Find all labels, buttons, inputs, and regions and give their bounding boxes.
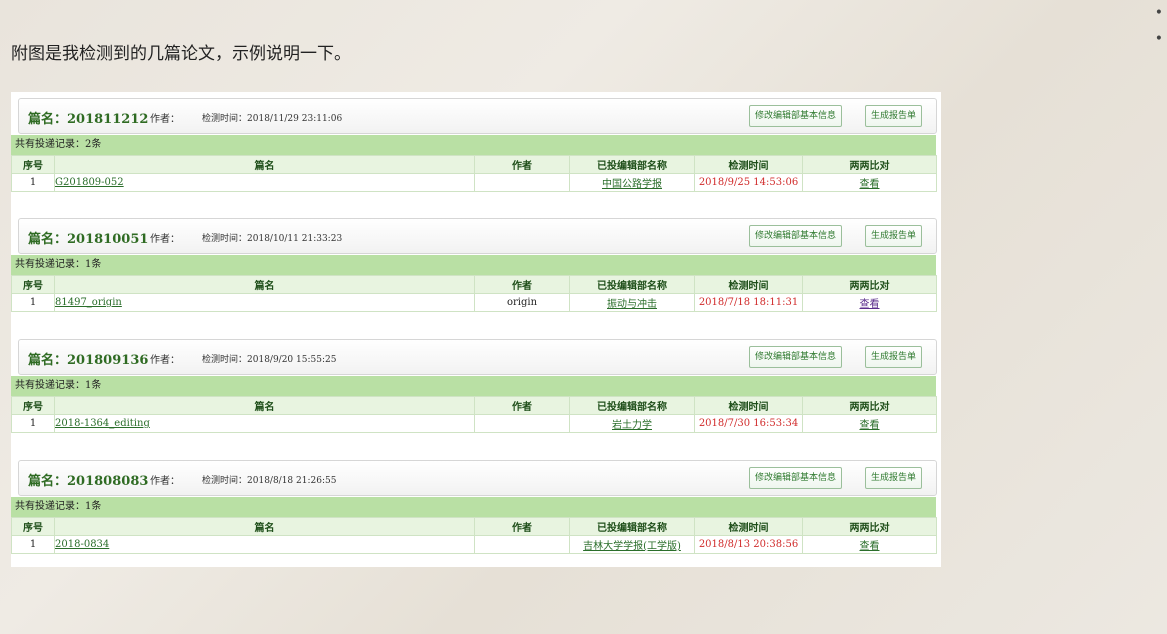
record-header: 篇名：201811212 作者： 检测时间：2018/11/29 23:11:0…: [18, 98, 937, 134]
column-header: 两两比对: [802, 275, 937, 294]
row-author: [474, 173, 570, 192]
record-title: 篇名：201809136: [28, 353, 149, 368]
detect-time: 检测时间：2018/8/18 21:26:55: [202, 476, 337, 486]
column-header: 已投编辑部名称: [569, 517, 695, 536]
column-header: 篇名: [54, 155, 475, 174]
column-header: 篇名: [54, 275, 475, 294]
edit-info-button[interactable]: 修改编辑部基本信息: [748, 225, 842, 247]
column-header: 序号: [11, 155, 55, 174]
table-header-row: 序号 篇名 作者 已投编辑部名称 检测时间 两两比对: [11, 517, 937, 536]
compare-link[interactable]: 查看: [860, 299, 880, 310]
row-time: 2018/7/18 18:11:31: [694, 293, 803, 312]
detect-time: 检测时间：2018/9/20 15:55:25: [202, 355, 337, 365]
journal-link[interactable]: 中国公路学报: [602, 179, 662, 190]
slide-bullets: • •: [1155, 0, 1163, 52]
intro-text: 附图是我检测到的几篇论文，示例说明一下。: [11, 44, 351, 64]
record-table: 序号 篇名 作者 已投编辑部名称 检测时间 两两比对 1 G201809-052…: [11, 155, 937, 192]
column-header: 篇名: [54, 517, 475, 536]
column-header: 作者: [474, 155, 570, 174]
journal-link[interactable]: 振动与冲击: [607, 299, 657, 310]
column-header: 篇名: [54, 396, 475, 415]
row-index: 1: [11, 173, 55, 192]
generate-report-button[interactable]: 生成报告单: [864, 225, 922, 247]
row-time: 2018/8/13 20:38:56: [694, 535, 803, 554]
table-header-row: 序号 篇名 作者 已投编辑部名称 检测时间 两两比对: [11, 396, 937, 415]
row-index: 1: [11, 293, 55, 312]
author-label: 作者：: [150, 476, 180, 487]
table-row: 1 G201809-052 中国公路学报 2018/9/25 14:53:06 …: [11, 173, 937, 192]
column-header: 检测时间: [694, 155, 803, 174]
table-header-row: 序号 篇名 作者 已投编辑部名称 检测时间 两两比对: [11, 155, 937, 174]
column-header: 已投编辑部名称: [569, 396, 695, 415]
column-header: 两两比对: [802, 517, 937, 536]
table-row: 1 2018-1364_editing 岩土力学 2018/7/30 16:53…: [11, 414, 937, 433]
paper-name-link[interactable]: 2018-0834: [56, 539, 110, 550]
column-header: 作者: [474, 396, 570, 415]
record-title: 篇名：201811212: [28, 112, 149, 127]
journal-link[interactable]: 岩土力学: [612, 420, 652, 431]
detection-records-screenshot: 篇名：201811212 作者： 检测时间：2018/11/29 23:11:0…: [11, 92, 941, 567]
table-header-row: 序号 篇名 作者 已投编辑部名称 检测时间 两两比对: [11, 275, 937, 294]
bullet-marker: •: [1154, 5, 1163, 21]
record-count: 共有投递记录：1条: [11, 497, 936, 517]
table-row: 1 2018-0834 吉林大学学报(工学版) 2018/8/13 20:38:…: [11, 535, 937, 554]
compare-link[interactable]: 查看: [860, 179, 880, 190]
author-label: 作者：: [150, 355, 180, 366]
column-header: 检测时间: [694, 517, 803, 536]
record-count: 共有投递记录：1条: [11, 255, 936, 275]
column-header: 两两比对: [802, 396, 937, 415]
edit-info-button[interactable]: 修改编辑部基本信息: [748, 105, 842, 127]
column-header: 检测时间: [694, 396, 803, 415]
table-row: 1 81497_origin origin 振动与冲击 2018/7/18 18…: [11, 293, 937, 312]
journal-link[interactable]: 吉林大学学报(工学版): [583, 541, 681, 552]
record-count: 共有投递记录：2条: [11, 135, 936, 155]
generate-report-button[interactable]: 生成报告单: [864, 467, 922, 489]
compare-link[interactable]: 查看: [860, 541, 880, 552]
author-label: 作者：: [150, 234, 180, 245]
bullet-marker: •: [1154, 31, 1163, 47]
column-header: 已投编辑部名称: [569, 155, 695, 174]
paper-name-link[interactable]: G201809-052: [56, 177, 124, 188]
record-count: 共有投递记录：1条: [11, 376, 936, 396]
detect-time: 检测时间：2018/11/29 23:11:06: [202, 114, 343, 124]
record-title: 篇名：201808083: [28, 474, 149, 489]
generate-report-button[interactable]: 生成报告单: [864, 105, 922, 127]
row-author: [474, 414, 570, 433]
paper-name-link[interactable]: 2018-1364_editing: [56, 418, 150, 429]
row-time: 2018/9/25 14:53:06: [694, 173, 803, 192]
record-table: 序号 篇名 作者 已投编辑部名称 检测时间 两两比对 1 81497_origi…: [11, 275, 937, 312]
row-author: [474, 535, 570, 554]
edit-info-button[interactable]: 修改编辑部基本信息: [748, 346, 842, 368]
record-title: 篇名：201810051: [28, 232, 149, 247]
row-index: 1: [11, 535, 55, 554]
column-header: 序号: [11, 517, 55, 536]
record-header: 篇名：201810051 作者： 检测时间：2018/10/11 21:33:2…: [18, 218, 937, 254]
column-header: 序号: [11, 275, 55, 294]
record-header: 篇名：201808083 作者： 检测时间：2018/8/18 21:26:55…: [18, 460, 937, 496]
row-author: origin: [474, 293, 570, 312]
generate-report-button[interactable]: 生成报告单: [864, 346, 922, 368]
column-header: 两两比对: [802, 155, 937, 174]
compare-link[interactable]: 查看: [860, 420, 880, 431]
column-header: 序号: [11, 396, 55, 415]
record-header: 篇名：201809136 作者： 检测时间：2018/9/20 15:55:25…: [18, 339, 937, 375]
column-header: 作者: [474, 275, 570, 294]
column-header: 已投编辑部名称: [569, 275, 695, 294]
row-time: 2018/7/30 16:53:34: [694, 414, 803, 433]
column-header: 作者: [474, 517, 570, 536]
edit-info-button[interactable]: 修改编辑部基本信息: [748, 467, 842, 489]
column-header: 检测时间: [694, 275, 803, 294]
detect-time: 检测时间：2018/10/11 21:33:23: [202, 234, 343, 244]
record-table: 序号 篇名 作者 已投编辑部名称 检测时间 两两比对 1 2018-0834 吉…: [11, 517, 937, 554]
paper-name-link[interactable]: 81497_origin: [56, 297, 122, 308]
record-table: 序号 篇名 作者 已投编辑部名称 检测时间 两两比对 1 2018-1364_e…: [11, 396, 937, 433]
author-label: 作者：: [150, 114, 180, 125]
row-index: 1: [11, 414, 55, 433]
